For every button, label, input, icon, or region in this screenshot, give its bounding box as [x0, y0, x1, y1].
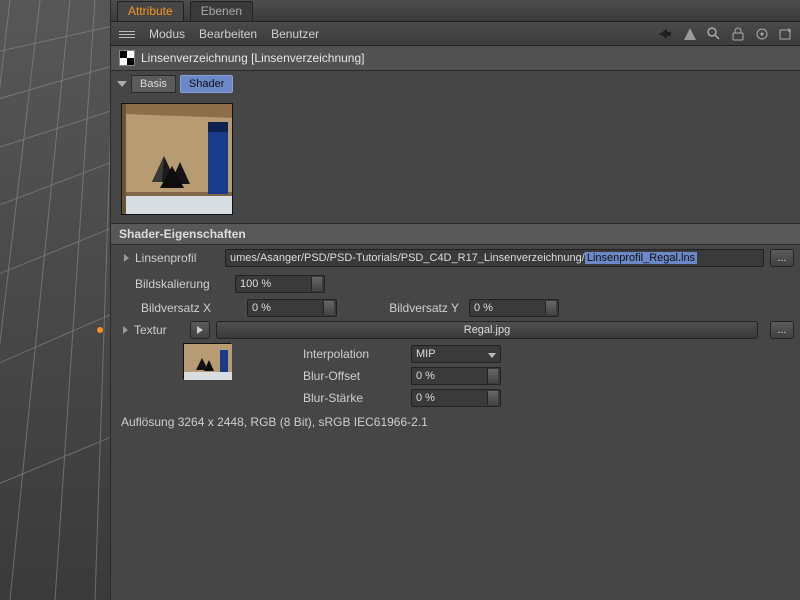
- input-bildversatz-y[interactable]: 0 %: [469, 299, 559, 317]
- label-linsenprofil: Linsenprofil: [135, 251, 225, 265]
- label-textur: Textur: [134, 323, 184, 337]
- disclosure-icon[interactable]: [117, 81, 127, 87]
- path-selection: Linsenprofil_Regal.lns: [585, 252, 697, 264]
- tab-attribute[interactable]: Attribute: [117, 1, 184, 21]
- panel-menubar: Modus Bearbeiten Benutzer: [111, 22, 800, 46]
- play-icon: [197, 326, 203, 334]
- menu-bearbeiten[interactable]: Bearbeiten: [199, 27, 257, 41]
- object-title-bar: Linsenverzeichnung [Linsenverzeichnung]: [111, 46, 800, 71]
- textur-thumbnail[interactable]: [183, 343, 231, 379]
- nav-up-icon[interactable]: [682, 26, 698, 42]
- panel-tabbar: Attribute Ebenen: [111, 0, 800, 22]
- menu-modus[interactable]: Modus: [149, 27, 185, 41]
- expand-textur-icon[interactable]: [123, 326, 128, 334]
- label-interpolation: Interpolation: [303, 347, 403, 361]
- texture-resolution-info: Auflösung 3264 x 2448, RGB (8 Bit), sRGB…: [111, 409, 800, 435]
- input-bildversatz-x[interactable]: 0 %: [247, 299, 337, 317]
- lens-distortion-icon: [119, 50, 135, 66]
- label-bildversatz-y: Bildversatz Y: [343, 301, 463, 315]
- label-bildversatz-x: Bildversatz X: [141, 301, 241, 315]
- input-blur-offset[interactable]: 0 %: [411, 367, 501, 385]
- browse-linsenprofil-button[interactable]: ...: [770, 249, 794, 267]
- browse-textur-button[interactable]: ...: [770, 321, 794, 339]
- object-title: Linsenverzeichnung [Linsenverzeichnung]: [141, 51, 364, 65]
- object-subtabs: Basis Shader: [111, 71, 800, 99]
- nav-back-icon[interactable]: [658, 26, 674, 42]
- label-blur-offset: Blur-Offset: [303, 369, 403, 383]
- lock-icon[interactable]: [730, 26, 746, 42]
- input-bildskalierung[interactable]: 100 %: [235, 275, 325, 293]
- path-prefix: umes/Asanger/PSD/PSD-Tutorials/PSD_C4D_R…: [230, 252, 585, 264]
- attribute-panel: Attribute Ebenen Modus Bearbeiten Benutz…: [110, 0, 800, 600]
- expand-icon[interactable]: [124, 254, 129, 262]
- search-icon[interactable]: [706, 26, 722, 42]
- target-icon[interactable]: [754, 26, 770, 42]
- textur-play-button[interactable]: [190, 321, 210, 339]
- label-bildskalierung: Bildskalierung: [135, 277, 235, 291]
- label-blur-staerke: Blur-Stärke: [303, 391, 403, 405]
- dropdown-interpolation[interactable]: MIP: [411, 345, 501, 363]
- new-window-icon[interactable]: [778, 26, 794, 42]
- shader-preview-thumbnail[interactable]: [121, 103, 233, 215]
- subtab-shader[interactable]: Shader: [180, 75, 233, 93]
- input-textur-file[interactable]: Regal.jpg: [216, 321, 758, 339]
- menu-benutzer[interactable]: Benutzer: [271, 27, 319, 41]
- grip-icon[interactable]: [119, 29, 135, 38]
- input-linsenprofil-path[interactable]: umes/Asanger/PSD/PSD-Tutorials/PSD_C4D_R…: [225, 249, 764, 267]
- viewport-3d[interactable]: [0, 0, 110, 600]
- input-blur-staerke[interactable]: 0 %: [411, 389, 501, 407]
- tab-ebenen[interactable]: Ebenen: [190, 1, 253, 21]
- section-shader-eigenschaften: Shader-Eigenschaften: [111, 223, 800, 245]
- subtab-basis[interactable]: Basis: [131, 75, 176, 93]
